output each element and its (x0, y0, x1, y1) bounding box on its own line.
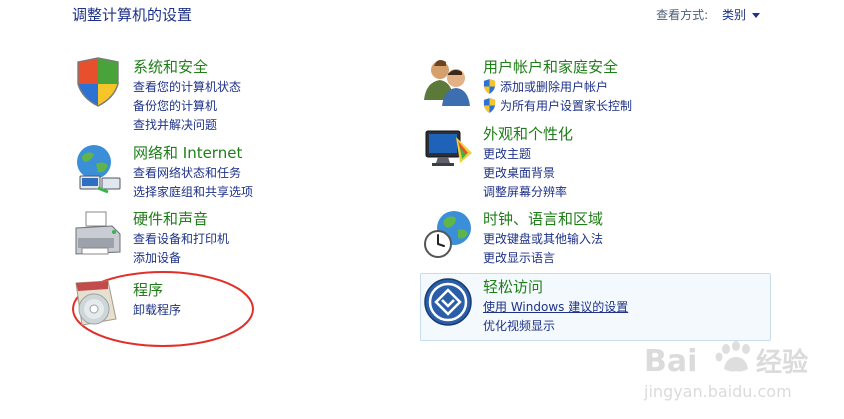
view-by-dropdown[interactable]: 类别 (722, 8, 760, 22)
link-label[interactable]: 为所有用户设置家长控制 (500, 97, 632, 114)
programs-disc-icon[interactable] (72, 279, 124, 331)
view-by: 查看方式: 类别 (656, 6, 760, 23)
link-change-input-method[interactable]: 更改键盘或其他输入法 (483, 229, 603, 248)
shield-flag-icon[interactable] (72, 56, 124, 108)
monitor-palette-icon[interactable] (422, 123, 474, 175)
ease-of-access-icon[interactable] (422, 276, 474, 328)
link-recommended-settings[interactable]: 使用 Windows 建议的设置 (483, 297, 628, 316)
link-change-background[interactable]: 更改桌面背景 (483, 163, 567, 182)
chevron-down-icon[interactable] (752, 13, 760, 18)
network-globe-icon[interactable] (72, 142, 124, 194)
link-add-device[interactable]: 添加设备 (133, 248, 229, 267)
link-adjust-resolution[interactable]: 调整屏幕分辨率 (483, 182, 567, 201)
link-parental-controls[interactable]: 为所有用户设置家长控制 (483, 96, 632, 115)
printer-icon[interactable] (72, 208, 124, 260)
link-backup-computer[interactable]: 备份您的计算机 (133, 96, 241, 115)
link-label[interactable]: 添加或删除用户帐户 (500, 78, 608, 95)
uac-shield-icon (483, 79, 496, 94)
watermark-brand: Bai (644, 344, 697, 379)
users-icon[interactable] (422, 56, 474, 108)
clock-globe-icon[interactable] (422, 208, 474, 260)
category-title[interactable]: 系统和安全 (133, 56, 208, 77)
uac-shield-icon (483, 98, 496, 113)
paw-icon (715, 341, 750, 372)
link-change-theme[interactable]: 更改主题 (483, 144, 567, 163)
page-title: 调整计算机的设置 (72, 6, 193, 24)
link-network-status[interactable]: 查看网络状态和任务 (133, 163, 253, 182)
link-uninstall-program[interactable]: 卸载程序 (133, 300, 181, 319)
view-by-value[interactable]: 类别 (722, 8, 746, 22)
category-title[interactable]: 用户帐户和家庭安全 (483, 56, 618, 77)
baidu-watermark: Bai 经验 jingyan.baidu.com (643, 341, 808, 401)
watermark-brand-suffix: 经验 (756, 347, 808, 378)
category-title[interactable]: 网络和 Internet (133, 142, 242, 163)
view-by-label: 查看方式: (656, 8, 709, 22)
link-homegroup-sharing[interactable]: 选择家庭组和共享选项 (133, 182, 253, 201)
link-troubleshoot[interactable]: 查找并解决问题 (133, 115, 241, 134)
link-devices-printers[interactable]: 查看设备和打印机 (133, 229, 229, 248)
category-title[interactable]: 外观和个性化 (483, 123, 573, 144)
category-title[interactable]: 轻松访问 (483, 276, 543, 297)
category-title[interactable]: 硬件和声音 (133, 208, 208, 229)
link-change-display-language[interactable]: 更改显示语言 (483, 248, 603, 267)
category-title[interactable]: 时钟、语言和区域 (483, 208, 603, 229)
watermark-url: jingyan.baidu.com (643, 382, 792, 401)
category-title[interactable]: 程序 (133, 279, 163, 300)
link-check-computer-status[interactable]: 查看您的计算机状态 (133, 77, 241, 96)
link-add-remove-users[interactable]: 添加或删除用户帐户 (483, 77, 632, 96)
link-optimize-display[interactable]: 优化视频显示 (483, 316, 628, 335)
